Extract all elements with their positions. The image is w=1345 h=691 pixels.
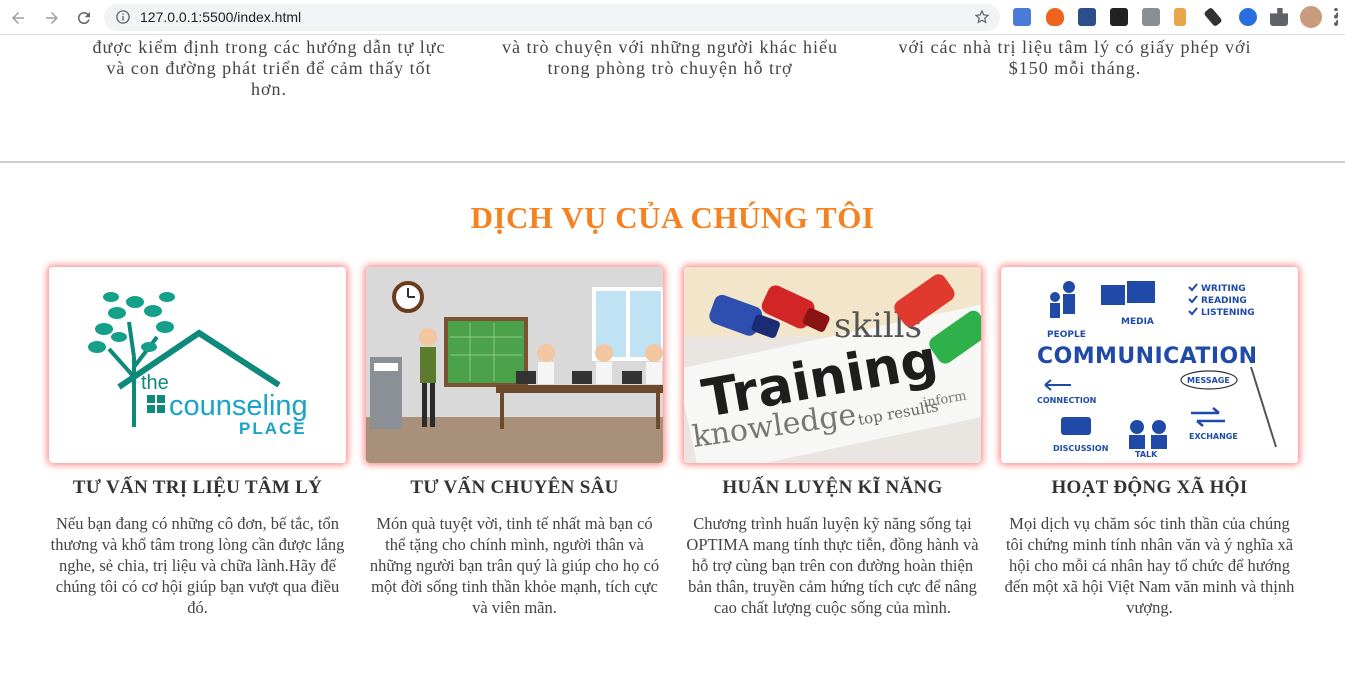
service-title: TƯ VẤN CHUYÊN SÂU <box>410 477 619 498</box>
writing-label: WRITING <box>1201 284 1246 294</box>
logo-place-text: PLACE <box>239 419 307 438</box>
training-markers-image: skills knowledge top results inform Trai… <box>684 267 981 463</box>
address-bar[interactable]: 127.0.0.1:5500/index.html <box>104 4 1000 31</box>
service-description: Mọi dịch vụ chăm sóc tinh thần của chúng… <box>1004 514 1295 617</box>
service-description: Món quà tuyệt vời, tinh tế nhất mà bạn c… <box>369 514 660 617</box>
arrow-left-icon <box>12 12 24 24</box>
logo-the-text: the <box>141 372 169 394</box>
flag-extension-icon[interactable] <box>1174 8 1186 26</box>
reload-button[interactable] <box>72 6 96 30</box>
fire-extension-icon[interactable] <box>1046 8 1064 26</box>
feature-text-1: được kiểm định trong các hướng dẫn tự lự… <box>92 37 446 99</box>
reader-extension-icon[interactable] <box>1110 8 1128 26</box>
people-label: PEOPLE <box>1047 330 1086 340</box>
url-text: 127.0.0.1:5500/index.html <box>140 9 302 25</box>
service-title: HOẠT ĐỘNG XÃ HỘI <box>1051 477 1248 498</box>
text-extension-icon[interactable] <box>1142 8 1160 26</box>
service-card-training[interactable]: skills knowledge top results inform Trai… <box>684 267 981 618</box>
exchange-label: EXCHANGE <box>1189 432 1238 441</box>
message-label: MESSAGE <box>1187 376 1230 385</box>
classroom-illustration-image <box>366 267 663 463</box>
connection-label: CONNECTION <box>1037 396 1096 405</box>
d-extension-icon[interactable] <box>1078 8 1096 26</box>
translate-extension-icon[interactable] <box>1013 8 1031 26</box>
logo-counseling-text: counseling <box>169 390 308 422</box>
forward-button[interactable] <box>40 6 64 30</box>
reload-icon <box>77 12 90 25</box>
services-heading: DỊCH VỤ CỦA CHÚNG TÔI <box>470 200 875 235</box>
feature-text-2: và trò chuyện với những người khác hiểu … <box>502 37 838 78</box>
service-title: HUẤN LUYỆN KĨ NĂNG <box>722 477 943 498</box>
service-card-social[interactable]: PEOPLE MEDIA WRITING READING LISTENING C… <box>1001 267 1298 618</box>
menu-kebab-icon[interactable] <box>1334 8 1338 26</box>
browser-toolbar: 127.0.0.1:5500/index.html <box>0 0 1345 35</box>
service-description: Chương trình huấn luyện kỹ năng sống tại… <box>686 514 979 617</box>
communication-word: COMMUNICATION <box>1037 344 1257 369</box>
service-card-therapy[interactable]: the counseling PLACE TƯ VẤN TRỊ LIỆU TÂM… <box>49 267 346 618</box>
service-card-consulting[interactable]: TƯ VẤN CHUYÊN SÂU Món quà tuyệt vời, tin… <box>366 267 663 618</box>
talk-label: TALK <box>1135 450 1158 459</box>
section-divider <box>0 161 1345 163</box>
back-button[interactable] <box>6 6 30 30</box>
reading-label: READING <box>1201 296 1247 306</box>
listening-label: LISTENING <box>1201 308 1255 318</box>
feature-text-3: với các nhà trị liệu tâm lý có giấy phép… <box>898 37 1252 78</box>
media-label: MEDIA <box>1121 317 1154 327</box>
discussion-label: DISCUSSION <box>1053 444 1108 453</box>
profile-avatar[interactable] <box>1300 6 1322 28</box>
counseling-place-logo-image: the counseling PLACE <box>49 267 346 463</box>
communication-doodle-image: PEOPLE MEDIA WRITING READING LISTENING C… <box>1001 267 1298 463</box>
info-icon <box>116 10 130 24</box>
service-description: Nếu bạn đang có những cô đơn, bế tắc, tổ… <box>50 514 345 617</box>
eyedropper-extension-icon[interactable] <box>1203 6 1223 28</box>
compass-extension-icon[interactable] <box>1239 8 1257 26</box>
service-title: TƯ VẤN TRỊ LIỆU TÂM LÝ <box>72 477 323 498</box>
extensions-puzzle-icon[interactable] <box>1270 8 1288 26</box>
arrow-right-icon <box>46 12 58 24</box>
bookmark-star-icon[interactable] <box>974 9 990 25</box>
